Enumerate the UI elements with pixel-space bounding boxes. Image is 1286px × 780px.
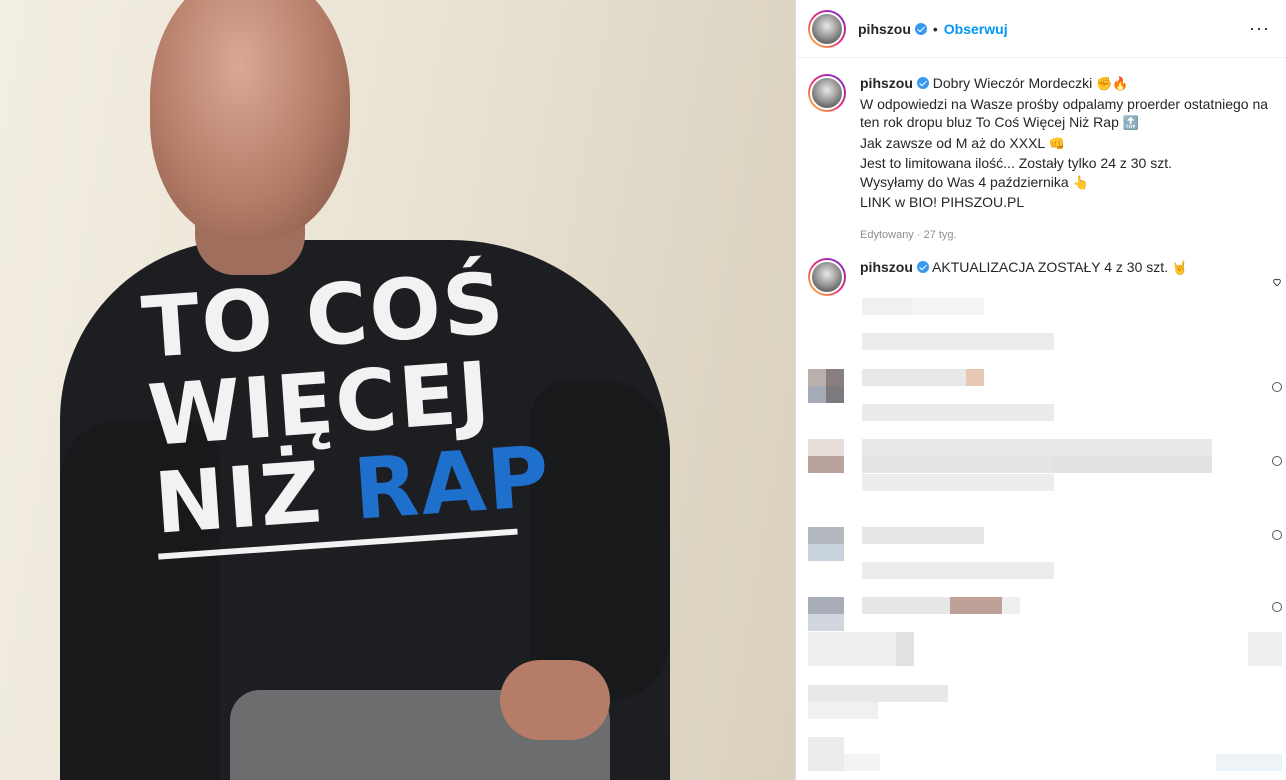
caption-line-6: LINK w BIO! PIHSZOU.PL <box>860 194 1025 210</box>
rock-hand-emoji-icon: 🤘 <box>1171 261 1189 276</box>
comment-item: pihszou AKTUALIZACJA ZOSTAŁY 4 z 30 szt.… <box>796 244 1286 296</box>
caption-line-2: W odpowiedzi na Wasze prośby odpalamy pr… <box>860 95 1274 134</box>
point-up-emoji-icon: 👆 <box>1072 175 1089 191</box>
follow-button[interactable]: Obserwuj <box>944 21 1008 37</box>
caption-text-1: Dobry Wieczór Mordeczki <box>932 75 1093 91</box>
comment-username[interactable]: pihszou <box>860 259 913 275</box>
caption-line-1: pihszou Dobry Wieczór Mordeczki ✊🔥 <box>860 74 1274 95</box>
caption-line-3: Jak zawsze od M aż do XXXL 👊 <box>860 134 1274 155</box>
avatar-image <box>810 260 844 294</box>
caption-text-5: Wysyłamy do Was 4 października <box>860 173 1069 190</box>
post-side-panel: pihszou • Obserwuj ··· pihszou Dobry Wie… <box>795 0 1286 780</box>
photo-head <box>150 0 350 240</box>
post-header: pihszou • Obserwuj ··· <box>796 0 1286 58</box>
verified-icon <box>916 261 929 273</box>
post-caption: pihszou Dobry Wieczór Mordeczki ✊🔥 W odp… <box>796 58 1286 244</box>
caption-text-3: Jak zawsze od M aż do XXXL <box>860 134 1045 151</box>
blurred-comments <box>796 290 1286 780</box>
author-username[interactable]: pihszou <box>858 21 911 37</box>
caption-body: pihszou Dobry Wieczór Mordeczki ✊🔥 W odp… <box>860 74 1274 244</box>
shirt-print-niz: NIŻ <box>151 443 327 553</box>
shirt-print: TO COŚ WIĘCEJ NIŻ RAP <box>139 254 560 603</box>
more-options-icon[interactable]: ··· <box>1249 18 1270 39</box>
punch-emoji-icon: 👊 <box>1048 136 1065 152</box>
verified-icon <box>916 77 929 89</box>
photo-hand <box>500 660 610 740</box>
post-viewer: TO COŚ WIĘCEJ NIŻ RAP pihszou • Obserwuj… <box>0 0 1286 780</box>
top-emoji-icon: 🔝 <box>1122 116 1139 131</box>
caption-avatar[interactable] <box>808 74 846 112</box>
caption-username[interactable]: pihszou <box>860 75 913 91</box>
avatar-image <box>810 11 844 46</box>
separator-dot: • <box>932 20 938 37</box>
shirt-print-rap: RAP <box>350 427 555 539</box>
fist-fire-emoji-icon: ✊🔥 <box>1096 77 1129 92</box>
caption-line-4: Jest to limitowana ilość... Zostały tylk… <box>860 155 1173 171</box>
caption-meta: Edytowany · 27 tyg. <box>860 228 957 241</box>
author-avatar[interactable] <box>808 9 846 48</box>
avatar-image <box>810 76 844 110</box>
comment-text: AKTUALIZACJA ZOSTAŁY 4 z 30 szt. <box>932 259 1169 275</box>
post-photo[interactable]: TO COŚ WIĘCEJ NIŻ RAP <box>0 0 795 780</box>
caption-text-2: W odpowiedzi na Wasze prośby odpalamy pr… <box>860 95 1269 131</box>
like-heart-icon[interactable] <box>1272 274 1282 287</box>
verified-icon <box>914 22 927 35</box>
caption-line-5: Wysyłamy do Was 4 października 👆 <box>860 173 1274 194</box>
